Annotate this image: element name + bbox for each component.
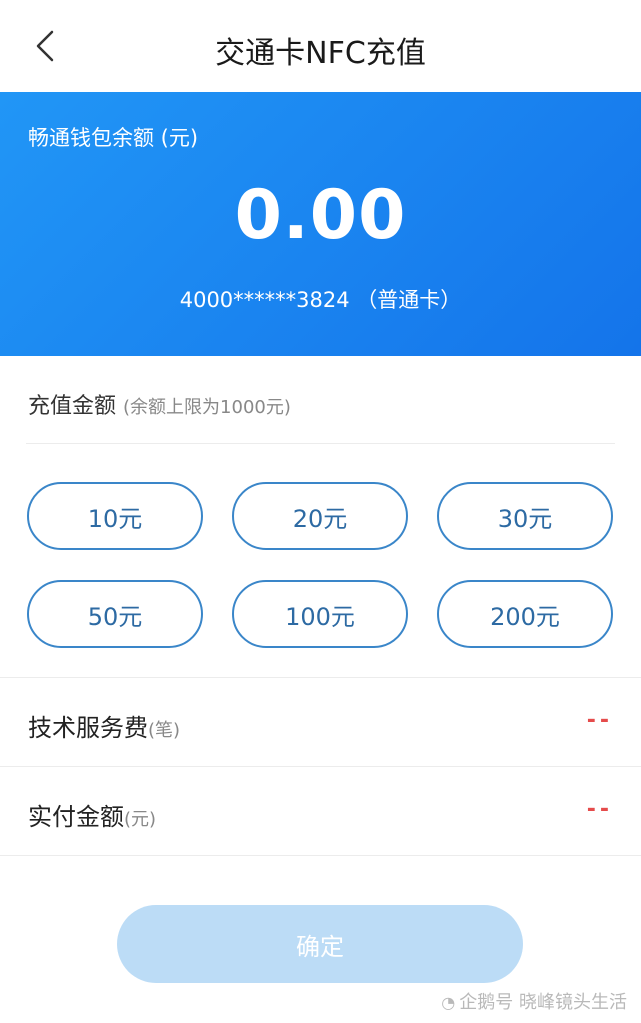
watermark-text: 企鹅号 晓峰镜头生活 xyxy=(459,992,627,1013)
paid-amount-row: 实付金额(元) -- xyxy=(0,766,641,856)
amount-option-10[interactable]: 10元 xyxy=(27,482,203,550)
service-fee-text: 技术服务费 xyxy=(28,714,148,742)
service-fee-label: 技术服务费(笔) xyxy=(28,708,180,743)
amount-option-100[interactable]: 100元 xyxy=(232,580,408,648)
divider xyxy=(0,855,641,856)
recharge-amount-title: 充值金额 (余额上限为1000元) xyxy=(28,388,291,420)
confirm-button[interactable]: 确定 xyxy=(117,905,523,983)
service-fee-row: 技术服务费(笔) -- xyxy=(0,677,641,767)
balance-label: 畅通钱包余额 (元) xyxy=(28,126,199,150)
amount-option-50[interactable]: 50元 xyxy=(27,580,203,648)
paid-amount-unit: (元) xyxy=(124,809,157,830)
service-fee-value: -- xyxy=(586,708,613,733)
watermark: ◔ 企鹅号 晓峰镜头生活 xyxy=(441,988,627,1014)
amount-option-30[interactable]: 30元 xyxy=(437,482,613,550)
wallet-banner: 畅通钱包余额 (元) 0.00 4000******3824 （普通卡） xyxy=(0,92,641,356)
service-fee-unit: (笔) xyxy=(148,720,181,741)
balance-amount: 0.00 xyxy=(234,176,407,255)
recharge-limit-hint: (余额上限为1000元) xyxy=(123,397,291,418)
page-title: 交通卡NFC充值 xyxy=(215,36,426,71)
card-number: 4000******3824 （普通卡） xyxy=(179,288,462,312)
paid-amount-label: 实付金额(元) xyxy=(28,797,156,832)
recharge-title: 充值金额 xyxy=(28,394,117,419)
amount-option-20[interactable]: 20元 xyxy=(232,482,408,550)
top-bar: 交通卡NFC充值 xyxy=(0,0,641,92)
divider xyxy=(26,443,615,444)
paid-amount-value: -- xyxy=(586,797,613,822)
penguin-icon: ◔ xyxy=(441,993,456,1012)
paid-amount-text: 实付金额 xyxy=(28,803,124,831)
amount-option-200[interactable]: 200元 xyxy=(437,580,613,648)
